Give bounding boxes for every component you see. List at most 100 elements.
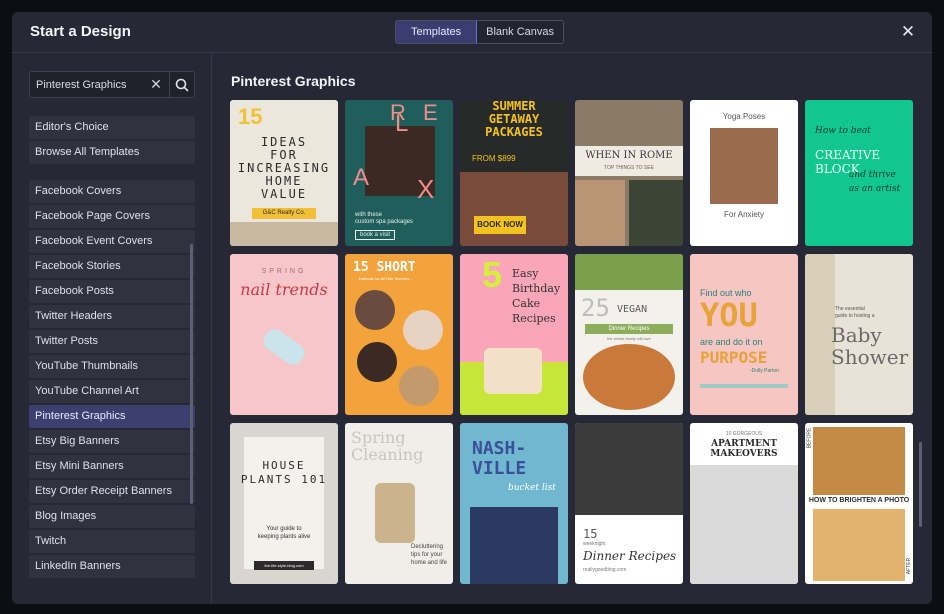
template-letter: L (395, 110, 409, 137)
template-number: 25 (581, 294, 610, 322)
template-headline: HOW TO BRIGHTEN A PHOTO (808, 497, 910, 504)
nav-youtube-thumbnails[interactable]: YouTube Thumbnails (29, 355, 195, 378)
template-cta: book a visit (355, 230, 396, 240)
template-label: BEFORE (806, 427, 813, 449)
template-photo (470, 507, 558, 584)
template-photo-strip (230, 222, 338, 246)
template-text: and thrive (849, 170, 896, 180)
template-headline: HOUSE PLANTS 101 (240, 459, 328, 486)
nav-youtube-channel-art[interactable]: YouTube Channel Art (29, 380, 195, 403)
tab-templates[interactable]: Templates (396, 21, 478, 43)
template-stripe (700, 384, 788, 388)
template-photo (629, 180, 683, 246)
template-birthday-cake[interactable]: 5 Easy Birthday Cake Recipes (460, 254, 568, 415)
template-cta: BOOK NOW (474, 216, 526, 234)
nav-facebook-covers[interactable]: Facebook Covers (29, 180, 195, 203)
template-photo (710, 128, 778, 204)
template-summer-getaway[interactable]: SUMMER GETAWAY PACKAGES FROM $899 BOOK NOW (460, 100, 568, 246)
template-subtitle: Your guide to keeping plants alive (257, 526, 311, 540)
template-spring-nails[interactable]: SPRING nail trends (230, 254, 338, 415)
nav-twitter-headers[interactable]: Twitter Headers (29, 305, 195, 328)
nav-facebook-page-covers[interactable]: Facebook Page Covers (29, 205, 195, 228)
template-apartment-makeovers[interactable]: 10 GORGEOUS APARTMENT MAKEOVERS (690, 423, 798, 584)
template-house-plants[interactable]: HOUSE PLANTS 101 Your guide to keeping pla… (230, 423, 338, 584)
template-weeknight-dinner[interactable]: 15 weeknight Dinner Recipes reallygoodbl… (575, 423, 683, 584)
template-headline: Yoga Poses (722, 112, 766, 121)
nav-etsy-order-receipt-banners[interactable]: Etsy Order Receipt Banners (29, 480, 195, 503)
template-headline: SUMMER GETAWAY PACKAGES (485, 100, 543, 139)
template-number: 15 (238, 104, 263, 129)
nav-blog-images[interactable]: Blog Images (29, 505, 195, 528)
template-baby-shower[interactable]: The essential guide to hosting a Baby Sho… (805, 254, 913, 415)
nav-etsy-mini-banners[interactable]: Etsy Mini Banners (29, 455, 195, 478)
template-photo-after (813, 509, 905, 581)
template-nashville[interactable]: NASH- VILLE bucket list (460, 423, 568, 584)
template-photo (375, 483, 415, 543)
nav-browse-all[interactable]: Browse All Templates (29, 141, 195, 164)
template-text: are and do it on (700, 337, 763, 347)
template-label: AFTER (906, 557, 913, 575)
page-title: Pinterest Graphics (231, 73, 356, 89)
template-avatar (355, 290, 395, 330)
template-headline: Baby Shower (831, 323, 909, 369)
template-tag: G&C Realty Co. (252, 208, 316, 219)
nav-facebook-event-covers[interactable]: Facebook Event Covers (29, 230, 195, 253)
template-subtitle: For Anxiety (723, 210, 764, 219)
template-subtitle: Decluttering tips for your home and life (411, 544, 448, 566)
template-tag: the-life-style-blog.com (254, 561, 314, 570)
template-when-in-rome[interactable]: WHEN IN ROME TOP THINGS TO SEE (575, 100, 683, 246)
template-grid: 15 IDEAS FOR INCREASING HOME VALUE G&C Realt… (230, 100, 915, 604)
template-headline: Easy Birthday Cake Recipes (512, 267, 561, 325)
template-photo (484, 348, 542, 394)
nav-facebook-stories[interactable]: Facebook Stories (29, 255, 195, 278)
template-yoga-poses[interactable]: Yoga Poses For Anxiety (690, 100, 798, 246)
template-photo (583, 344, 675, 410)
template-letter: X (417, 174, 435, 204)
template-relax-spa[interactable]: R E L A X with these custom spa packages… (345, 100, 453, 246)
sidebar-scrollbar[interactable] (190, 244, 193, 504)
template-headline: PURPOSE (700, 348, 768, 367)
template-photo (460, 172, 568, 246)
nav-twitter-posts[interactable]: Twitter Posts (29, 330, 195, 353)
template-headline: YOU (700, 296, 758, 334)
template-number: 5 (482, 254, 503, 295)
template-subtitle: with these (355, 212, 383, 218)
nav-linkedin-banners[interactable]: LinkedIn Banners (29, 555, 195, 578)
tab-blank-canvas[interactable]: Blank Canvas (477, 21, 564, 43)
template-avatar (357, 342, 397, 382)
template-headline: Spring Cleaning (351, 428, 424, 464)
close-icon[interactable]: ✕ (898, 22, 918, 42)
template-text: weeknight (583, 541, 606, 547)
template-panel (244, 437, 324, 569)
template-spring-cleaning[interactable]: Spring Cleaning Decluttering tips for your… (345, 423, 453, 584)
template-photo (690, 465, 798, 584)
template-creative-block[interactable]: How to beat CREATIVE BLOCK and thrive as… (805, 100, 913, 246)
template-short-haircuts[interactable]: 15 SHORT Haircuts for All Hair Textures (345, 254, 453, 415)
template-photo (575, 423, 683, 515)
template-home-value[interactable]: 15 IDEAS FOR INCREASING HOME VALUE G&C Realt… (230, 100, 338, 246)
template-brighten-photo[interactable]: HOW TO BRIGHTEN A PHOTO BEFORE AFTER (805, 423, 913, 584)
template-subtitle: Haircuts for All Hair Textures (359, 276, 410, 281)
nav-pinterest-graphics[interactable]: Pinterest Graphics (29, 405, 195, 428)
template-vegan-dinner[interactable]: 25 VEGAN Dinner Recipes the whole family… (575, 254, 683, 415)
search-icon[interactable] (174, 77, 190, 93)
template-letter: A (353, 164, 370, 191)
template-headline: nail trends (240, 280, 328, 299)
template-subtitle: TOP THINGS TO SEE (604, 165, 654, 171)
mode-toggle: Templates Blank Canvas (395, 20, 565, 44)
nav-etsy-big-banners[interactable]: Etsy Big Banners (29, 430, 195, 453)
grid-scrollbar[interactable] (919, 442, 922, 527)
clear-icon[interactable]: ✕ (147, 75, 165, 93)
search-input[interactable] (30, 72, 140, 97)
template-headline: Dinner Recipes (583, 549, 677, 563)
nav-facebook-posts[interactable]: Facebook Posts (29, 280, 195, 303)
nav-twitch[interactable]: Twitch (29, 530, 195, 553)
template-subtitle: Dinner Recipes (585, 324, 673, 334)
nav-editors-choice[interactable]: Editor's Choice (29, 116, 195, 139)
template-purpose-quote[interactable]: Find out who YOU are and do it on PURPOS… (690, 254, 798, 415)
template-headline: IDEAS FOR INCREASING HOME VALUE (237, 135, 331, 201)
template-attribution: -Dolly Parton (750, 368, 779, 374)
search-divider (169, 72, 170, 97)
template-headline: VEGAN (617, 304, 648, 315)
template-headline: WHEN IN ROME (585, 150, 673, 161)
